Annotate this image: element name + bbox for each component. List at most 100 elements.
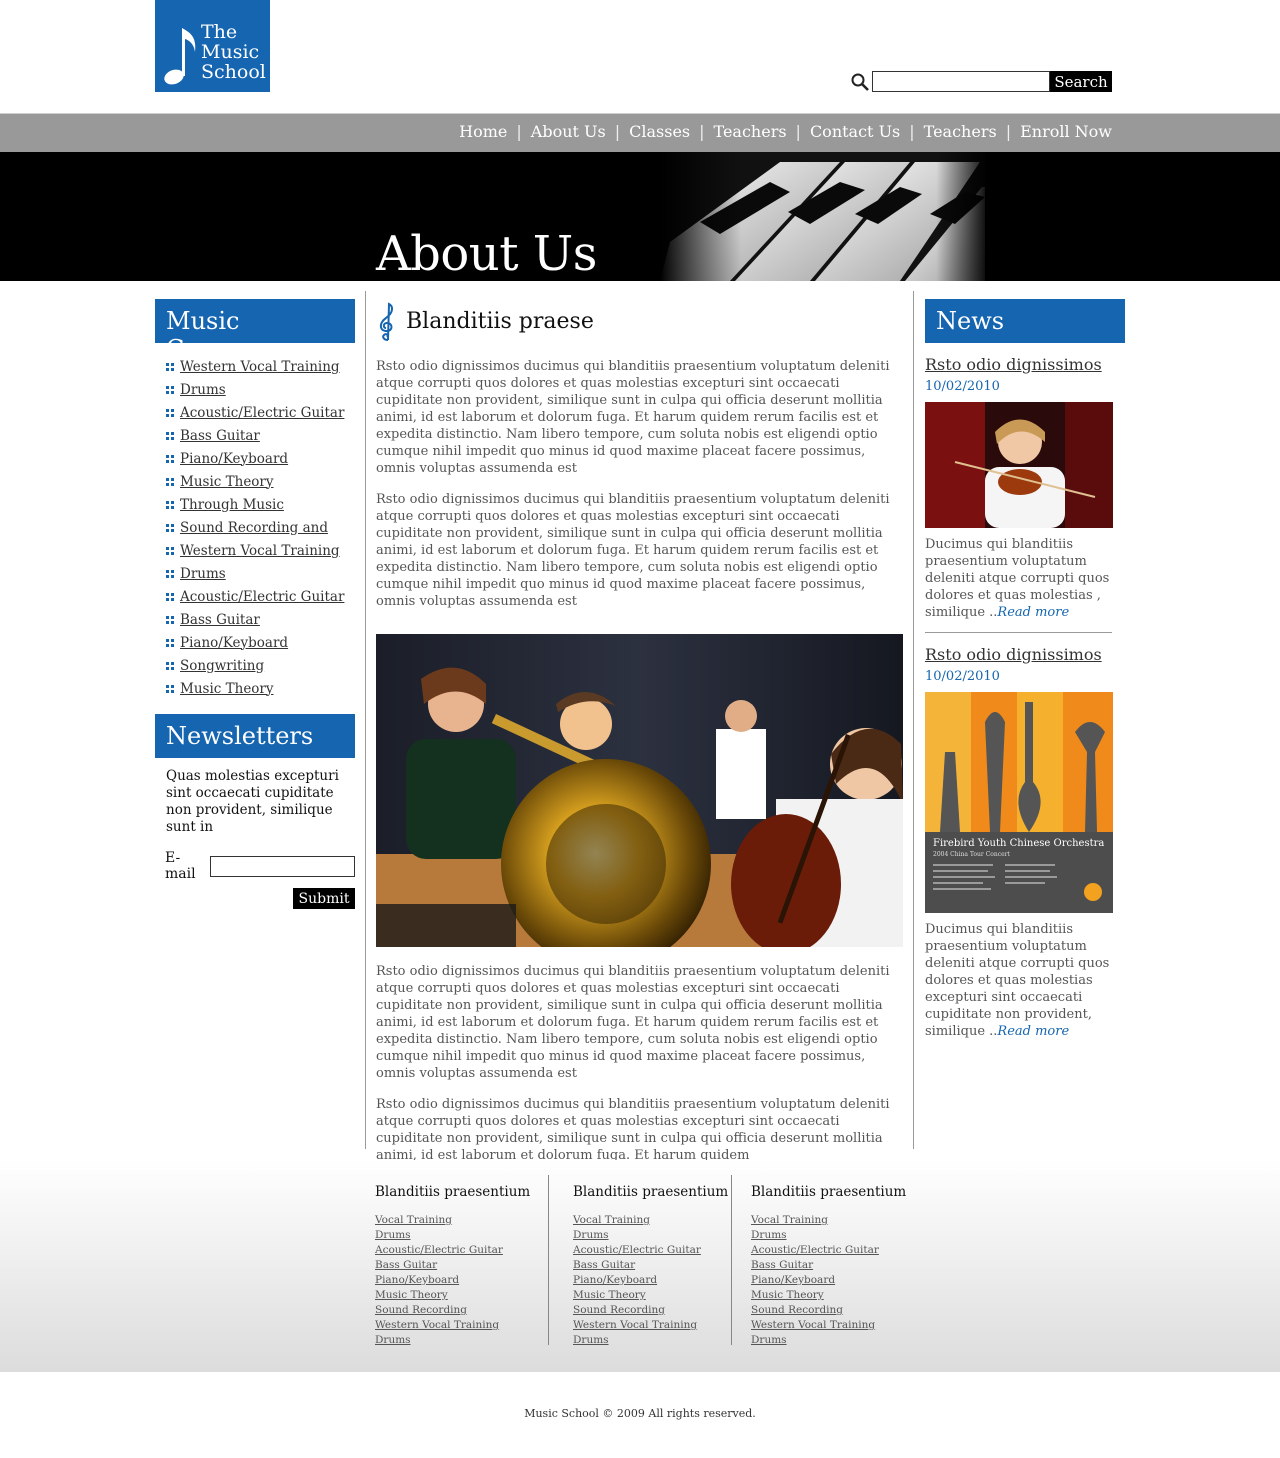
news-item-date: 10/02/2010: [925, 379, 1000, 394]
read-more-link[interactable]: Read more: [997, 1024, 1069, 1039]
course-link[interactable]: Music Theory: [180, 681, 274, 697]
bullet-icon: [166, 523, 174, 532]
copyright: Music School © 2009 All rights reserved.: [524, 1407, 756, 1420]
footer-column-title: Blanditiis praesentium: [751, 1184, 907, 1200]
footer-link[interactable]: Sound Recording: [751, 1304, 843, 1316]
footer-link[interactable]: Acoustic/Electric Guitar: [573, 1244, 701, 1256]
course-link[interactable]: Songwriting: [180, 658, 264, 674]
violin-child-photo: [925, 402, 1113, 528]
footer-link[interactable]: Drums: [573, 1334, 609, 1346]
footer-link[interactable]: Vocal Training: [573, 1214, 650, 1226]
bullet-icon: [166, 638, 174, 647]
course-link[interactable]: Drums: [180, 566, 226, 582]
news-item-title[interactable]: Rsto odio dignissimos: [925, 355, 1125, 374]
nav-separator: |: [795, 122, 801, 141]
nav-link-about-us[interactable]: About Us: [531, 122, 606, 141]
course-link[interactable]: Music Theory: [180, 474, 274, 490]
nav-link-home[interactable]: Home: [459, 122, 507, 141]
footer-link-item: Bass Guitar: [375, 1259, 545, 1274]
nav-link-enroll-now[interactable]: Enroll Now: [1020, 122, 1112, 141]
newsletter-heading: Newsletters: [155, 714, 355, 758]
main-nav: Home | About Us | Classes | Teachers | Contact U…: [0, 113, 1280, 152]
footer-link[interactable]: Drums: [573, 1229, 609, 1241]
submit-button[interactable]: Submit: [293, 888, 355, 909]
footer-link[interactable]: Acoustic/Electric Guitar: [751, 1244, 879, 1256]
footer-link[interactable]: Drums: [375, 1229, 411, 1241]
newsletter-text: Quas molestias excepturi sint occaecati …: [166, 768, 339, 835]
footer-column-title: Blanditiis praesentium: [573, 1184, 729, 1200]
nav-item: Teachers: [924, 122, 997, 141]
footer-link[interactable]: Bass Guitar: [751, 1259, 813, 1271]
bullet-icon: [166, 615, 174, 624]
footer-link-item: Bass Guitar: [751, 1259, 921, 1274]
bullet-icon: [166, 362, 174, 371]
footer-link-item: Piano/Keyboard: [573, 1274, 743, 1289]
footer-link[interactable]: Western Vocal Training: [375, 1319, 499, 1331]
courses-heading: Music Courses: [155, 299, 355, 363]
footer-link[interactable]: Sound Recording: [375, 1304, 467, 1316]
nav-link-teachers[interactable]: Teachers: [714, 122, 787, 141]
bullet-icon: [166, 569, 174, 578]
read-more-link[interactable]: Read more: [997, 605, 1069, 620]
nav-item: Contact Us: [810, 122, 900, 141]
footer-link[interactable]: Western Vocal Training: [573, 1319, 697, 1331]
course-link[interactable]: Western Vocal Training: [180, 543, 340, 559]
course-link[interactable]: Drums: [180, 382, 226, 398]
divider: [548, 1175, 549, 1345]
content-heading: Blanditiis praese: [376, 300, 906, 342]
course-item: Acoustic/Electric Guitar: [155, 401, 355, 424]
news-item-title[interactable]: Rsto odio dignissimos: [925, 645, 1125, 664]
footer-link[interactable]: Piano/Keyboard: [573, 1274, 657, 1286]
course-link[interactable]: Acoustic/Electric Guitar: [180, 589, 344, 605]
logo-line-1: The: [201, 21, 238, 43]
footer-link[interactable]: Sound Recording: [573, 1304, 665, 1316]
footer-link[interactable]: Piano/Keyboard: [751, 1274, 835, 1286]
footer-link[interactable]: Drums: [751, 1229, 787, 1241]
nav-separator: |: [614, 122, 621, 141]
footer-link[interactable]: Vocal Training: [375, 1214, 452, 1226]
footer-link[interactable]: Music Theory: [751, 1289, 824, 1301]
footer-link[interactable]: Acoustic/Electric Guitar: [375, 1244, 503, 1256]
footer-link-item: Western Vocal Training: [375, 1319, 545, 1334]
poster-subtitle: 2004 China Tour Concert: [933, 851, 1011, 858]
footer-link[interactable]: Drums: [375, 1334, 411, 1346]
poster-title: Firebird Youth Chinese Orchestra: [933, 838, 1104, 849]
course-link[interactable]: Piano/Keyboard: [180, 635, 288, 651]
page-banner: About Us: [0, 152, 1280, 281]
footer-link[interactable]: Music Theory: [573, 1289, 646, 1301]
course-link[interactable]: Through Music: [180, 497, 284, 513]
course-link[interactable]: Bass Guitar: [180, 612, 260, 628]
bullet-icon: [166, 546, 174, 555]
search-button[interactable]: Search: [1050, 71, 1112, 92]
footer-link[interactable]: Vocal Training: [751, 1214, 828, 1226]
footer-link[interactable]: Drums: [751, 1334, 787, 1346]
news-item-summary: Ducimus qui blanditiis praesentium volup…: [925, 922, 1110, 1039]
course-link[interactable]: Western Vocal Training: [180, 359, 340, 375]
course-item: Sound Recording and: [155, 516, 355, 539]
course-link[interactable]: Bass Guitar: [180, 428, 260, 444]
site-logo[interactable]: The Music School: [155, 0, 270, 92]
nav-item: Classes: [629, 122, 690, 141]
search-input[interactable]: [872, 71, 1050, 92]
email-field[interactable]: [210, 855, 355, 877]
newsletter-panel: Newsletters Quas molestias excepturi sin…: [155, 714, 355, 909]
bullet-icon: [166, 684, 174, 693]
piano-keys-image: [660, 152, 985, 281]
footer-link-item: Vocal Training: [375, 1214, 545, 1229]
course-link[interactable]: Acoustic/Electric Guitar: [180, 405, 344, 421]
footer-link-item: Bass Guitar: [573, 1259, 743, 1274]
nav-link-classes[interactable]: Classes: [629, 122, 690, 141]
footer-link-item: Sound Recording: [573, 1304, 743, 1319]
course-link[interactable]: Sound Recording and: [180, 520, 328, 536]
course-link[interactable]: Piano/Keyboard: [180, 451, 288, 467]
nav-link-contact-us[interactable]: Contact Us: [810, 122, 900, 141]
footer-link[interactable]: Bass Guitar: [375, 1259, 437, 1271]
footer-link[interactable]: Bass Guitar: [573, 1259, 635, 1271]
footer-link[interactable]: Music Theory: [375, 1289, 448, 1301]
orchestra-poster: Firebird Youth Chinese Orchestra 2004 Ch…: [925, 692, 1113, 913]
bullet-icon: [166, 454, 174, 463]
logo-line-3: School: [201, 61, 266, 83]
footer-link[interactable]: Western Vocal Training: [751, 1319, 875, 1331]
footer-link[interactable]: Piano/Keyboard: [375, 1274, 459, 1286]
nav-link-teachers[interactable]: Teachers: [924, 122, 997, 141]
